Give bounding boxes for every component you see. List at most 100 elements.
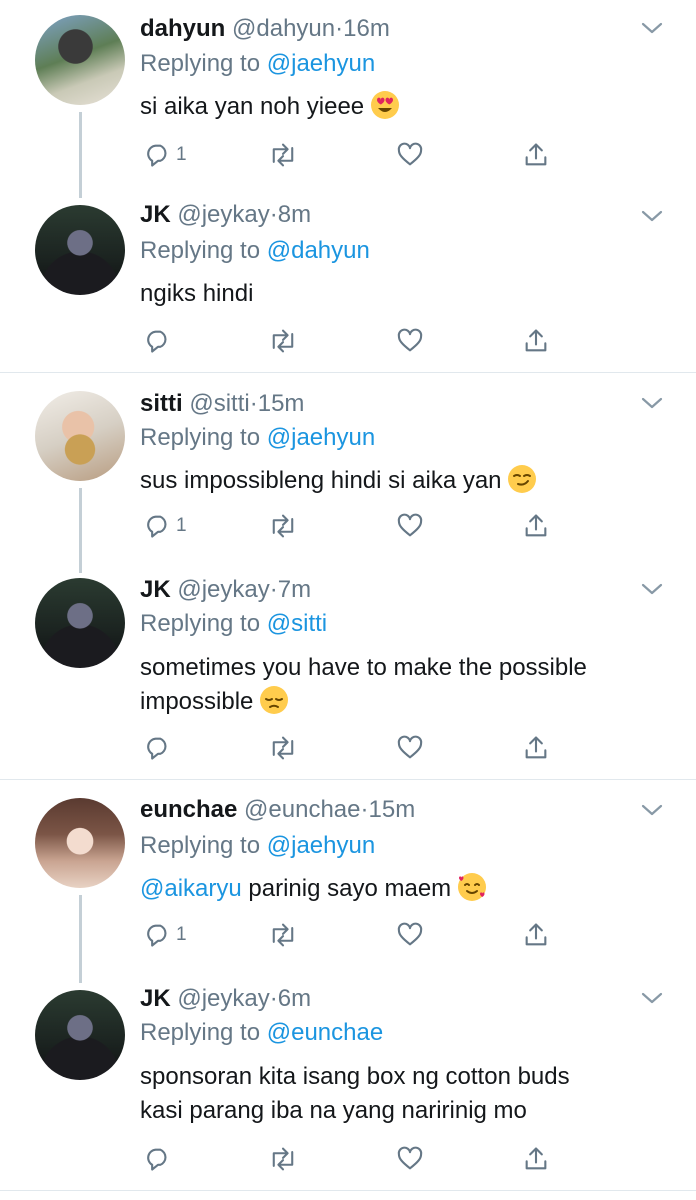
tweet-text-line-1: sometimes you have to make the possible (140, 654, 587, 681)
tweet-actions: 1 (140, 140, 560, 170)
reply-button[interactable]: 1 (144, 511, 187, 541)
chevron-down-icon[interactable] (640, 990, 664, 1006)
tweet-text-content: ngiks hindi (140, 280, 254, 307)
tweet-actions (140, 326, 560, 356)
display-name[interactable]: sitti (140, 390, 183, 417)
display-name[interactable]: JK (140, 576, 171, 603)
retweet-button[interactable] (268, 326, 298, 356)
tweet-jk-reply-dahyun[interactable]: JK @jeykay·8m Replying to @dahyun ngiks … (0, 190, 696, 370)
retweet-button[interactable] (268, 733, 298, 763)
tweet-text: ngiks hindi (140, 277, 680, 311)
user-handle[interactable]: @eunchae (244, 796, 360, 823)
retweet-button[interactable] (268, 140, 298, 170)
replying-to-link[interactable]: @sitti (267, 610, 327, 637)
avatar[interactable] (35, 15, 125, 105)
replying-to-label: Replying to (140, 1019, 261, 1046)
user-handle[interactable]: @jeykay (177, 576, 269, 603)
tweet-text: sponsoran kita isang box ng cotton buds … (140, 1060, 680, 1128)
reply-button[interactable]: 1 (144, 920, 187, 950)
retweet-button[interactable] (268, 511, 298, 541)
share-button[interactable] (522, 140, 550, 170)
like-button[interactable] (396, 140, 424, 170)
thread-line (79, 895, 82, 983)
replying-to-link[interactable]: @jaehyun (267, 424, 375, 451)
like-button[interactable] (396, 511, 424, 541)
retweet-button[interactable] (268, 920, 298, 950)
separator: · (269, 201, 278, 228)
display-name[interactable]: JK (140, 201, 171, 228)
share-icon (525, 514, 547, 537)
tweet-header: JK @jeykay·6m (140, 984, 311, 1014)
timestamp[interactable]: 15m (258, 390, 305, 417)
tweet-eunchae[interactable]: eunchae @eunchae·15m Replying to @jaehyu… (0, 780, 696, 983)
display-name[interactable]: dahyun (140, 15, 225, 42)
share-button[interactable] (522, 326, 550, 356)
tweet-jk-reply-sitti[interactable]: JK @jeykay·7m Replying to @sitti sometim… (0, 563, 696, 778)
reply-button[interactable]: 1 (144, 140, 187, 170)
like-button[interactable] (396, 920, 424, 950)
heart-eyes-emoji (370, 91, 399, 119)
timestamp[interactable]: 16m (343, 15, 390, 42)
heart-icon (397, 513, 423, 537)
chevron-down-icon[interactable] (640, 802, 664, 818)
replying-to: Replying to @jaehyun (140, 49, 375, 79)
reply-button[interactable] (144, 326, 172, 356)
replying-to: Replying to @eunchae (140, 1018, 383, 1048)
reply-button[interactable] (144, 733, 172, 763)
avatar[interactable] (35, 798, 125, 888)
separator: · (269, 576, 278, 603)
like-button[interactable] (396, 1144, 424, 1174)
share-button[interactable] (522, 511, 550, 541)
timestamp[interactable]: 6m (278, 985, 311, 1012)
like-button[interactable] (396, 326, 424, 356)
avatar[interactable] (35, 990, 125, 1080)
reply-icon (147, 144, 167, 167)
avatar[interactable] (35, 205, 125, 295)
mention-link[interactable]: @aikaryu (140, 875, 242, 902)
separator: · (335, 15, 344, 42)
replying-to-link[interactable]: @dahyun (267, 237, 370, 264)
avatar[interactable] (35, 578, 125, 668)
display-name[interactable]: eunchae (140, 796, 237, 823)
share-button[interactable] (522, 920, 550, 950)
retweet-icon (272, 923, 294, 947)
reply-icon (147, 330, 167, 353)
replying-to-link[interactable]: @jaehyun (267, 50, 375, 77)
timestamp[interactable]: 7m (278, 576, 311, 603)
divider (0, 1190, 696, 1191)
user-handle[interactable]: @sitti (189, 390, 249, 417)
heart-icon (397, 922, 423, 946)
reply-button[interactable] (144, 1144, 172, 1174)
share-button[interactable] (522, 1144, 550, 1174)
tweet-jk-reply-eunchae[interactable]: JK @jeykay·6m Replying to @eunchae spons… (0, 972, 696, 1190)
tweet-header: dahyun @dahyun·16m (140, 14, 390, 44)
chevron-down-icon[interactable] (640, 581, 664, 597)
timestamp[interactable]: 15m (369, 796, 416, 823)
chevron-down-icon[interactable] (640, 208, 664, 224)
tweet-text-content: si aika yan noh yieee (140, 93, 365, 120)
tweet-dahyun[interactable]: dahyun @dahyun·16m Replying to @jaehyun … (0, 0, 696, 198)
replying-to-link[interactable]: @eunchae (267, 1019, 383, 1046)
timestamp[interactable]: 8m (278, 201, 311, 228)
user-handle[interactable]: @dahyun (232, 15, 335, 42)
reply-icon (147, 924, 167, 947)
smirk-emoji (508, 465, 537, 493)
tweet-text-line-1: sponsoran kita isang box ng cotton buds (140, 1063, 570, 1090)
chevron-down-icon[interactable] (640, 395, 664, 411)
retweet-button[interactable] (268, 1144, 298, 1174)
heart-icon (397, 1146, 423, 1170)
user-handle[interactable]: @jeykay (177, 985, 269, 1012)
retweet-icon (272, 1147, 294, 1171)
chevron-down-icon[interactable] (640, 20, 664, 36)
heart-icon (397, 328, 423, 352)
share-icon (525, 736, 547, 759)
display-name[interactable]: JK (140, 985, 171, 1012)
share-button[interactable] (522, 733, 550, 763)
user-handle[interactable]: @jeykay (177, 201, 269, 228)
tweet-sitti[interactable]: sitti @sitti·15m Replying to @jaehyun su… (0, 373, 696, 573)
avatar[interactable] (35, 391, 125, 481)
tweet-text-line-2: kasi parang iba na yang naririnig mo (140, 1097, 527, 1124)
like-button[interactable] (396, 733, 424, 763)
heart-icon (397, 142, 423, 166)
replying-to-link[interactable]: @jaehyun (267, 832, 375, 859)
